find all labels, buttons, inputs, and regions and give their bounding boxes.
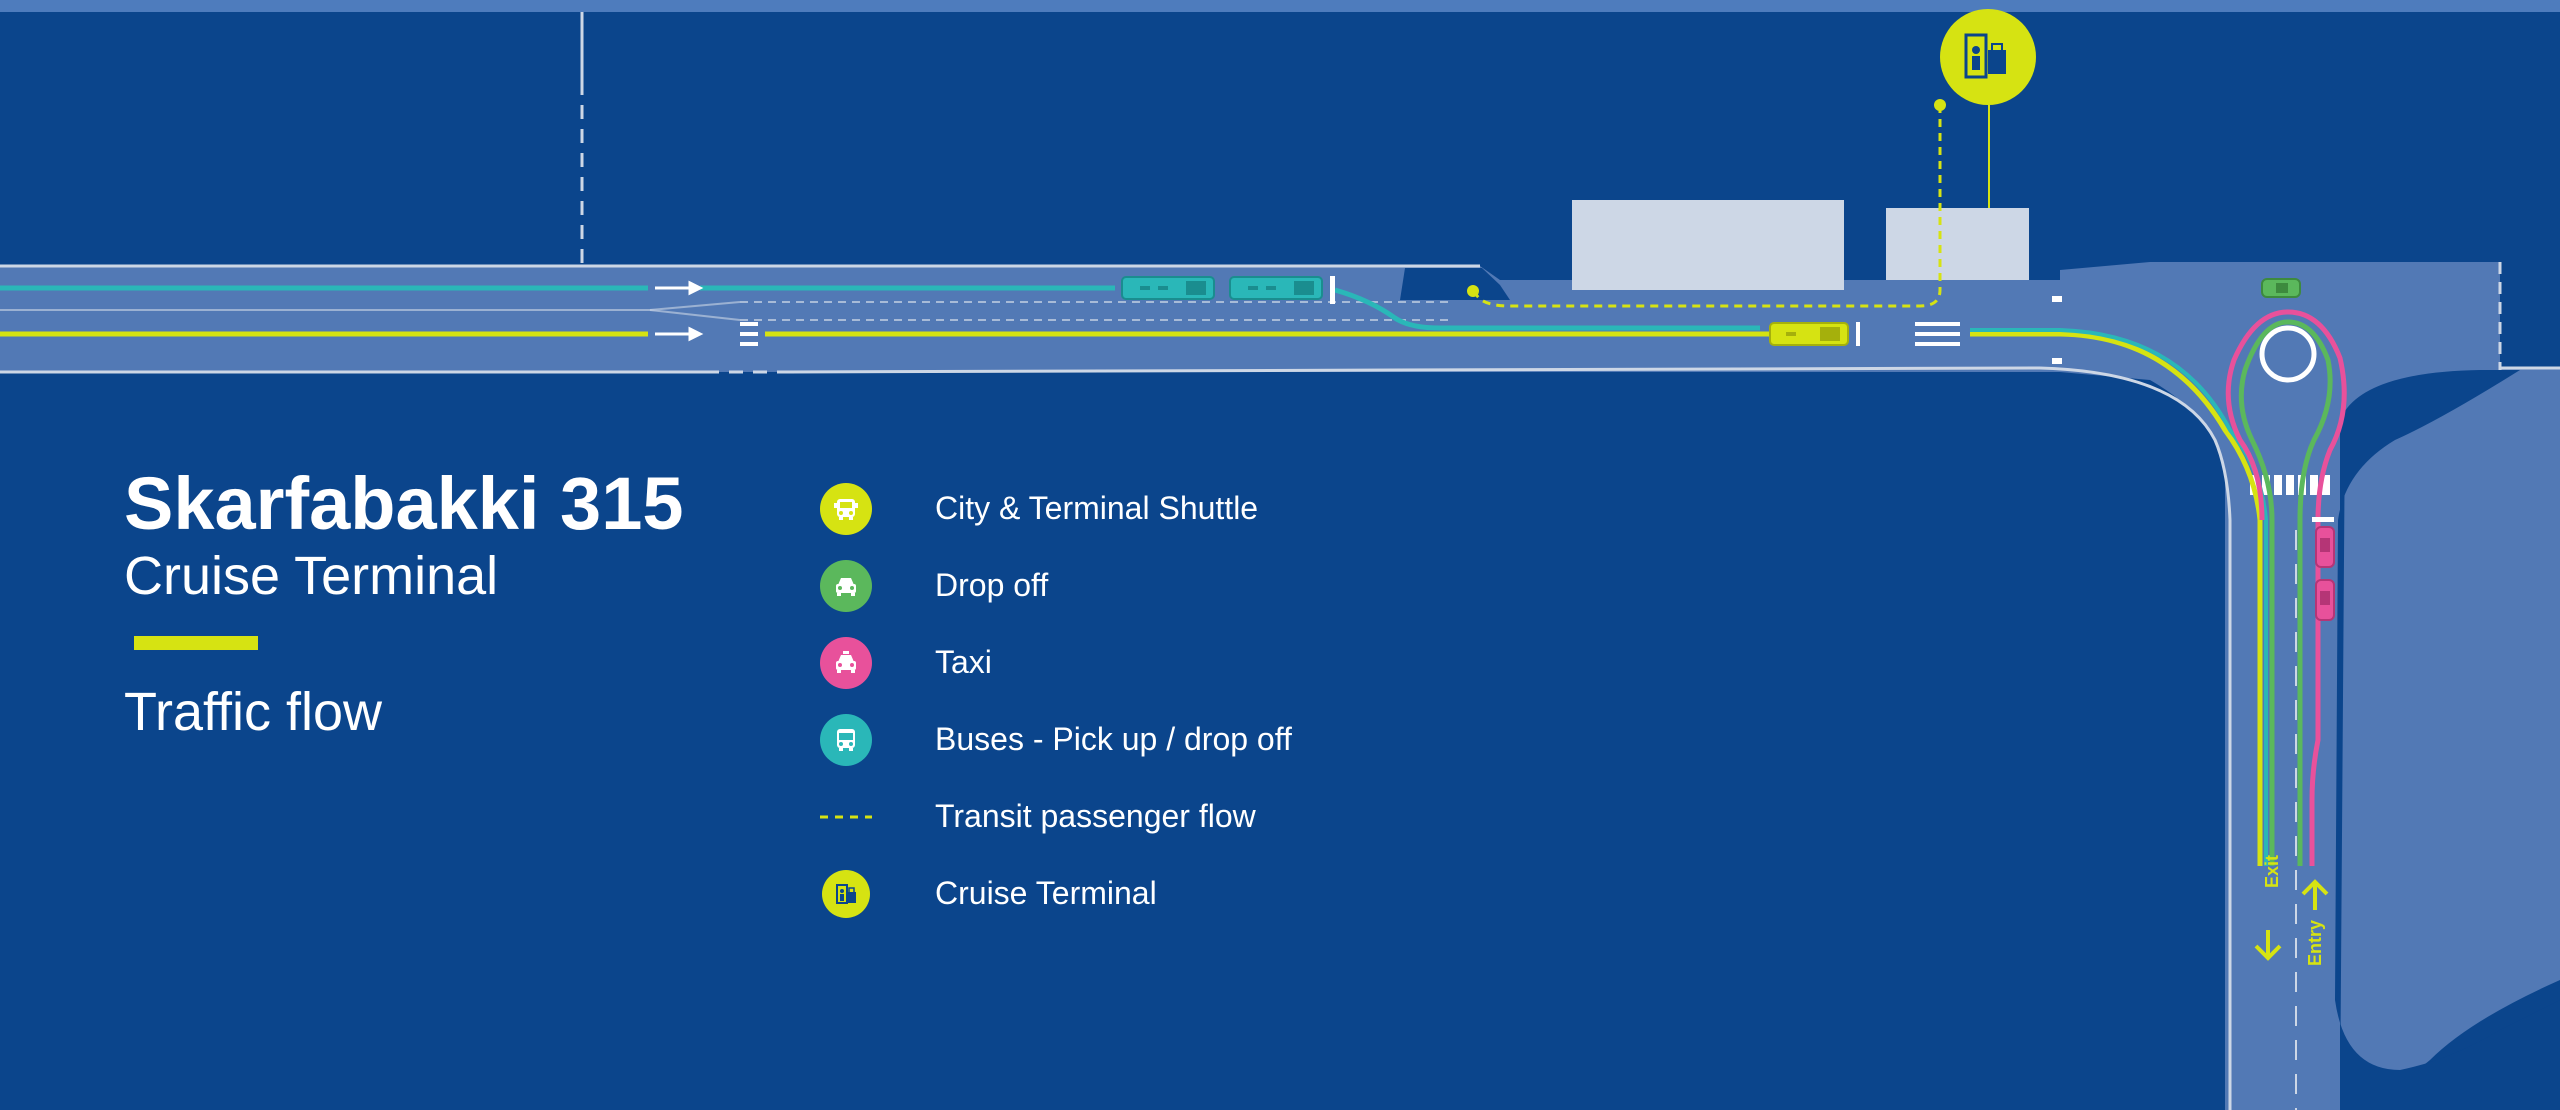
transit-end-dot bbox=[1467, 285, 1479, 297]
legend-item-cruise-terminal: Cruise Terminal bbox=[820, 855, 1157, 932]
legend: City & Terminal Shuttle Drop off Taxi Bu… bbox=[820, 470, 1292, 932]
legend-item-shuttle: City & Terminal Shuttle bbox=[820, 470, 1258, 547]
legend-label: Buses - Pick up / drop off bbox=[935, 721, 1292, 757]
page-title: Skarfabakki 315 bbox=[124, 462, 684, 545]
bus-icon bbox=[820, 713, 872, 766]
terminal-building-annex bbox=[1886, 208, 2029, 280]
legend-item-drop-off: Drop off bbox=[820, 547, 1048, 624]
legend-label: City & Terminal Shuttle bbox=[935, 490, 1259, 526]
taxi-vehicle bbox=[2315, 579, 2335, 621]
exit-label: Exit bbox=[2262, 854, 2282, 888]
shuttle-vehicle bbox=[1769, 322, 1849, 346]
car-icon bbox=[820, 559, 872, 612]
section-title: Traffic flow bbox=[124, 682, 383, 742]
bus-vehicle bbox=[1121, 276, 1215, 300]
legend-label: Taxi bbox=[935, 644, 992, 680]
legend-label: Drop off bbox=[935, 567, 1049, 603]
title-block: Skarfabakki 315 Cruise Terminal Traffic … bbox=[124, 462, 684, 742]
taxi-stop-marker bbox=[2312, 517, 2334, 522]
accent-bar bbox=[134, 636, 258, 650]
terminal-building bbox=[1572, 200, 1844, 290]
page-subtitle: Cruise Terminal bbox=[124, 546, 499, 606]
legend-item-taxi: Taxi bbox=[820, 624, 992, 701]
bus-vehicle bbox=[1229, 276, 1323, 300]
shuttle-bus-icon bbox=[820, 482, 872, 535]
legend-label: Transit passenger flow bbox=[935, 798, 1256, 834]
legend-item-transit: Transit passenger flow bbox=[820, 778, 1256, 855]
top-strip bbox=[0, 0, 2560, 12]
terminal-building-icon bbox=[822, 869, 870, 918]
taxi-icon bbox=[820, 636, 872, 689]
entry-label: Entry bbox=[2305, 919, 2325, 966]
taxi-vehicle bbox=[2315, 526, 2335, 568]
legend-label: Cruise Terminal bbox=[935, 875, 1157, 911]
dashed-line-icon bbox=[820, 791, 872, 843]
dropoff-vehicle bbox=[2261, 278, 2301, 298]
legend-item-buses: Buses - Pick up / drop off bbox=[820, 701, 1292, 778]
transit-start-dot bbox=[1934, 99, 1946, 111]
